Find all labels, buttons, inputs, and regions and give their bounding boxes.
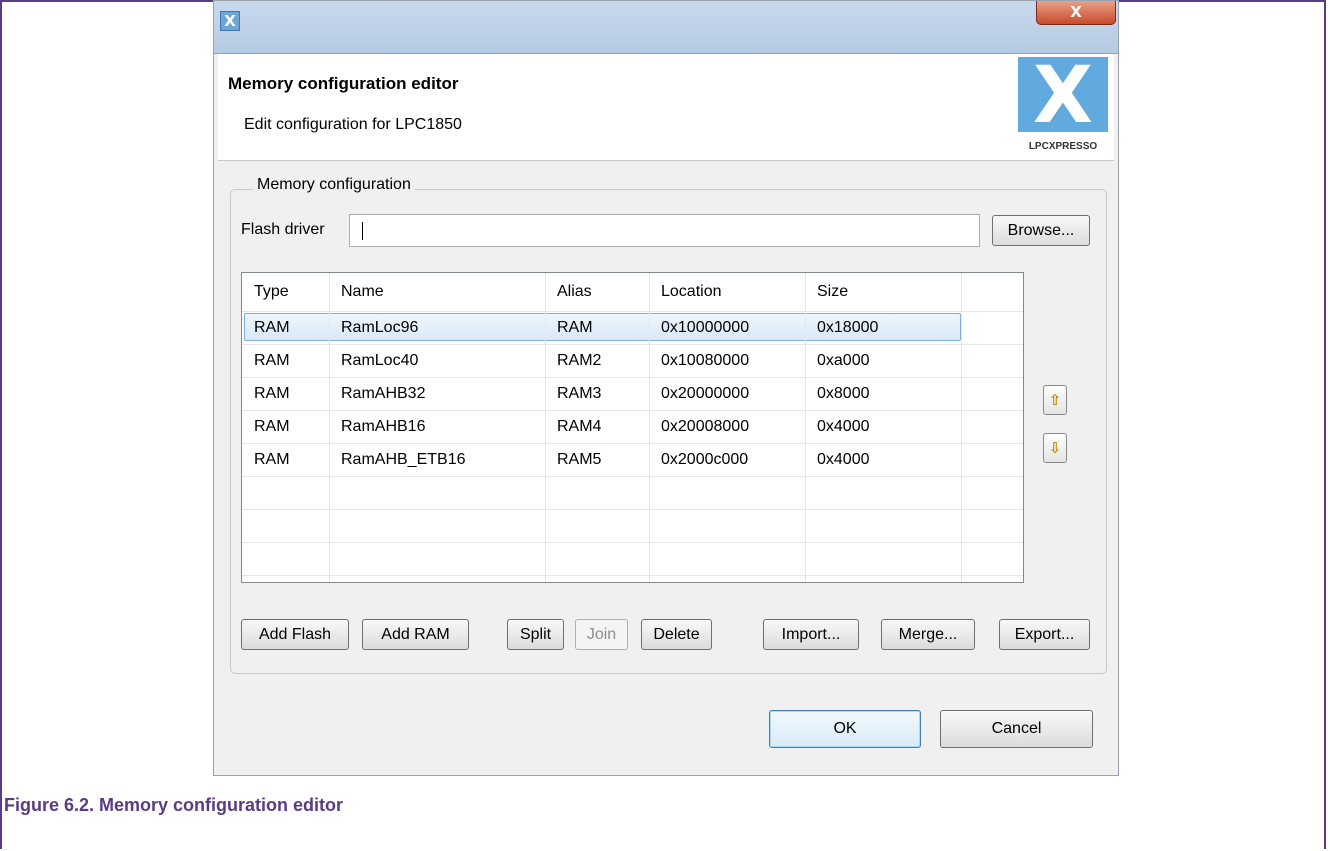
empty-table-row	[242, 542, 1023, 576]
name-cell: RamAHB_ETB16	[341, 450, 466, 468]
alias-cell: RAM4	[557, 417, 602, 435]
type-cell: RAM	[254, 450, 290, 468]
table-row[interactable]: RAM RamAHB16 RAM4 0x20008000 0x4000	[242, 410, 1023, 444]
figure-caption: Figure 6.2. Memory configuration editor	[4, 795, 344, 815]
size-cell: 0x18000	[817, 318, 879, 336]
join-button[interactable]: Join	[575, 619, 628, 650]
name-cell: RamLoc40	[341, 351, 419, 369]
add-flash-button[interactable]: Add Flash	[241, 619, 349, 650]
column-header-alias[interactable]: Alias	[545, 273, 649, 311]
size-cell: 0xa000	[817, 351, 870, 369]
name-cell: RamAHB16	[341, 417, 426, 435]
flash-driver-input[interactable]	[349, 214, 980, 247]
location-cell: 0x20000000	[661, 384, 750, 402]
merge-button[interactable]: Merge...	[881, 619, 975, 650]
column-divider	[805, 273, 806, 582]
column-header-location[interactable]: Location	[649, 273, 805, 311]
table-row[interactable]: RAM RamAHB32 RAM3 0x20000000 0x8000	[242, 377, 1023, 411]
table-header: Type Name Alias Location Size	[242, 273, 1023, 312]
column-divider	[329, 273, 330, 582]
cancel-button[interactable]: Cancel	[940, 710, 1093, 748]
alias-cell: RAM	[557, 318, 593, 336]
column-divider	[545, 273, 546, 582]
column-header-type[interactable]: Type	[242, 273, 329, 311]
type-cell: RAM	[254, 384, 290, 402]
import-button[interactable]: Import...	[763, 619, 859, 650]
alias-cell: RAM2	[557, 351, 602, 369]
page-subtitle: Edit configuration for LPC1850	[244, 116, 462, 133]
size-cell: 0x4000	[817, 417, 870, 435]
close-button[interactable]: X	[1036, 1, 1116, 25]
dialog-window: X X Memory configuration editor Edit con…	[213, 0, 1119, 776]
alias-cell: RAM5	[557, 450, 602, 468]
split-button[interactable]: Split	[507, 619, 564, 650]
app-icon: X	[220, 11, 240, 31]
add-ram-button[interactable]: Add RAM	[362, 619, 469, 650]
column-header-name[interactable]: Name	[329, 273, 545, 311]
alias-cell: RAM3	[557, 384, 602, 402]
ok-button[interactable]: OK	[769, 710, 921, 748]
size-cell: 0x8000	[817, 384, 870, 402]
size-cell: 0x4000	[817, 450, 870, 468]
column-header-size[interactable]: Size	[805, 273, 961, 311]
location-cell: 0x10000000	[661, 318, 750, 336]
location-cell: 0x20008000	[661, 417, 750, 435]
empty-table-row	[242, 509, 1023, 543]
text-caret	[362, 222, 363, 240]
browse-button[interactable]: Browse...	[992, 215, 1090, 246]
arrow-up-icon: ⇧	[1048, 391, 1062, 409]
column-divider	[649, 273, 650, 582]
name-cell: RamLoc96	[341, 318, 419, 336]
group-label: Memory configuration	[253, 176, 415, 194]
location-cell: 0x10080000	[661, 351, 750, 369]
table-row[interactable]: RAM RamAHB_ETB16 RAM5 0x2000c000 0x4000	[242, 443, 1023, 477]
delete-button[interactable]: Delete	[641, 619, 712, 650]
type-cell: RAM	[254, 318, 290, 336]
logo-text: LPCXPRESSO	[1028, 141, 1098, 152]
type-cell: RAM	[254, 351, 290, 369]
location-cell: 0x2000c000	[661, 450, 749, 468]
move-up-button[interactable]: ⇧	[1043, 385, 1067, 415]
type-cell: RAM	[254, 417, 290, 435]
page-title: Memory configuration editor	[228, 74, 459, 93]
export-button[interactable]: Export...	[999, 619, 1090, 650]
column-divider	[961, 273, 962, 582]
arrow-down-icon: ⇩	[1048, 439, 1062, 457]
flash-driver-label: Flash driver	[241, 221, 325, 238]
title-bar: X X	[214, 1, 1118, 54]
table-row[interactable]: RAM RamLoc40 RAM2 0x10080000 0xa000	[242, 344, 1023, 378]
dialog-header: Memory configuration editor Edit configu…	[218, 54, 1114, 161]
lpcxpresso-logo: X LPCXPRESSO	[1018, 57, 1108, 157]
name-cell: RamAHB32	[341, 384, 426, 402]
empty-table-row	[242, 476, 1023, 510]
table-row[interactable]: RAM RamLoc96 RAM 0x10000000 0x18000	[242, 311, 1023, 345]
move-down-button[interactable]: ⇩	[1043, 433, 1067, 463]
logo-mark-icon: X	[1018, 57, 1108, 135]
memory-table[interactable]: Type Name Alias Location Size RAM RamLoc9…	[241, 272, 1024, 583]
